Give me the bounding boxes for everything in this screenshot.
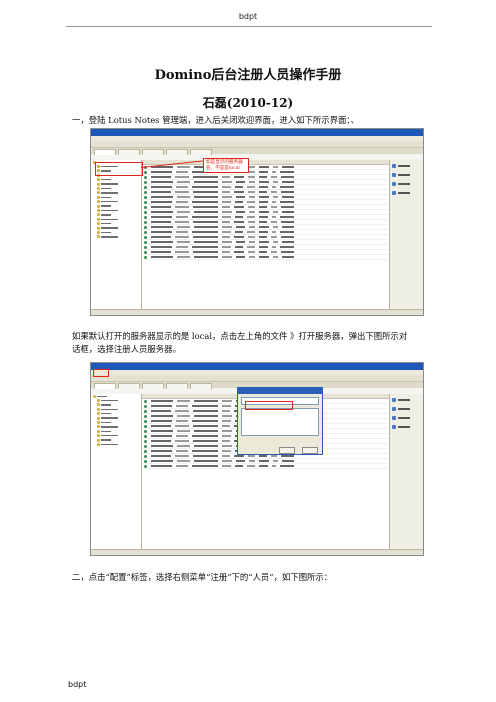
paragraph-step-1: 一，登陆 Lotus Notes 管理端，进入后关闭欢迎界面，进入如下所示界面：… bbox=[72, 115, 359, 125]
window-titlebar bbox=[91, 129, 423, 136]
grid-row bbox=[142, 255, 389, 260]
callout-note: 如是显示的服务器名，不是是local bbox=[203, 158, 249, 174]
server-name-highlight bbox=[95, 162, 143, 176]
page-header: bdpt bbox=[238, 12, 258, 21]
dialog-titlebar bbox=[238, 388, 322, 394]
page-footer: bdpt bbox=[68, 680, 87, 689]
document-title: Domino后台注册人员操作手册 bbox=[154, 68, 342, 83]
screenshot-admin-client: 如是显示的服务器名，不是是local bbox=[90, 128, 424, 316]
window-titlebar bbox=[91, 363, 423, 370]
server-list[interactable] bbox=[241, 408, 319, 436]
screenshot-open-server-dialog bbox=[90, 362, 424, 556]
database-grid bbox=[142, 160, 389, 310]
grid-row bbox=[142, 464, 389, 469]
file-menu-highlight bbox=[93, 369, 109, 377]
server-tree-pane bbox=[91, 160, 142, 310]
toolbar bbox=[91, 375, 423, 382]
document-subtitle: 石磊(2010-12) bbox=[202, 96, 294, 110]
tools-pane bbox=[389, 394, 423, 550]
toolbar bbox=[91, 141, 423, 148]
paragraph-step-1b-line1: 如果默认打开的服务器显示的是 local，点击左上角的文件 》打开服务器，弹出下… bbox=[72, 331, 408, 341]
header-divider bbox=[66, 26, 432, 27]
paragraph-step-2: 二，点击“配置”标签，选择右侧菜单“注册”下的“人员”，如下图所示： bbox=[72, 572, 333, 582]
tree-item bbox=[97, 235, 141, 239]
cancel-button[interactable] bbox=[302, 447, 318, 454]
status-bar bbox=[91, 309, 423, 315]
ok-button[interactable] bbox=[278, 447, 295, 454]
paragraph-step-1b-line2: 话框，选择注册人员服务器。 bbox=[72, 344, 181, 354]
open-server-dialog bbox=[237, 387, 323, 455]
server-field-highlight bbox=[245, 401, 293, 410]
tools-pane bbox=[389, 160, 423, 310]
tree-item bbox=[97, 442, 141, 446]
admin-tabs bbox=[91, 148, 423, 155]
server-tree-pane bbox=[91, 394, 142, 550]
status-bar bbox=[91, 549, 423, 555]
